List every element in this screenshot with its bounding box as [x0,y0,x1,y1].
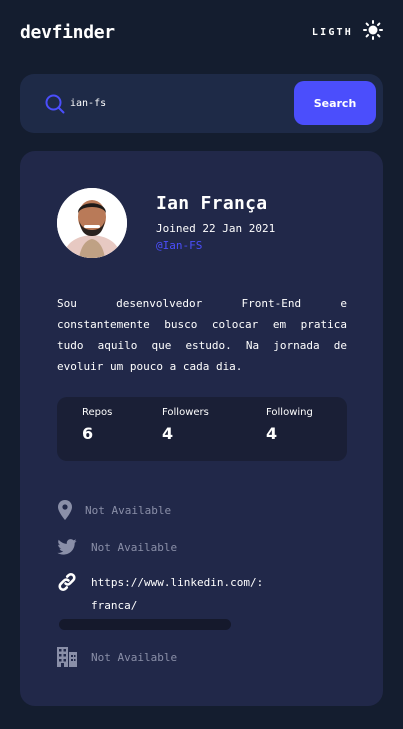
website-link[interactable]: https://www.linkedin.com/: franca/ [91,572,263,616]
horizontal-scrollbar[interactable] [59,619,231,630]
twitter-text: Not Available [91,541,178,554]
website-row: https://www.linkedin.com/: franca/ [57,572,263,616]
location-text: Not Available [85,504,172,517]
website-text-line1: https://www.linkedin.com/: [91,576,264,589]
location-row: Not Available [57,500,171,521]
search-bar: Search [20,74,383,133]
profile-name: Ian França [156,193,268,214]
stat-followers: Followers 4 [162,407,209,443]
header: devfinder LIGTH [20,18,383,46]
twitter-row: Not Available [57,537,177,558]
company-row: Not Available [57,647,177,668]
company-building-icon [57,647,77,667]
avatar [57,188,127,258]
stat-repos-value: 6 [82,424,94,443]
stat-following-value: 4 [266,424,278,443]
stat-following-label: Following [266,407,313,418]
twitter-icon [57,537,77,557]
stat-followers-label: Followers [162,407,209,418]
profile-card: Ian França Joined 22 Jan 2021 @Ian-FS So… [20,151,383,706]
stat-repos: Repos 6 [82,407,112,443]
company-text: Not Available [91,651,178,664]
search-button[interactable]: Search [294,81,376,125]
sun-icon [363,20,383,44]
profile-bio: Sou desenvolvedor Front-End e constantem… [57,297,347,373]
stat-followers-value: 4 [162,424,174,443]
profile-login-link[interactable]: @Ian-FS [156,239,202,252]
theme-toggle-label: LIGTH [311,26,353,38]
stat-repos-label: Repos [82,407,113,418]
app-logo: devfinder [20,21,115,43]
location-pin-icon [57,500,73,520]
joined-date: Joined 22 Jan 2021 [156,222,276,235]
theme-toggle-button[interactable]: LIGTH [312,20,383,44]
website-text-line2: franca/ [91,599,138,612]
search-icon [45,94,65,118]
link-icon [57,572,77,592]
search-input[interactable] [70,92,300,114]
stat-following: Following 4 [266,407,313,443]
stats-panel: Repos 6 Followers 4 Following 4 [57,397,347,461]
